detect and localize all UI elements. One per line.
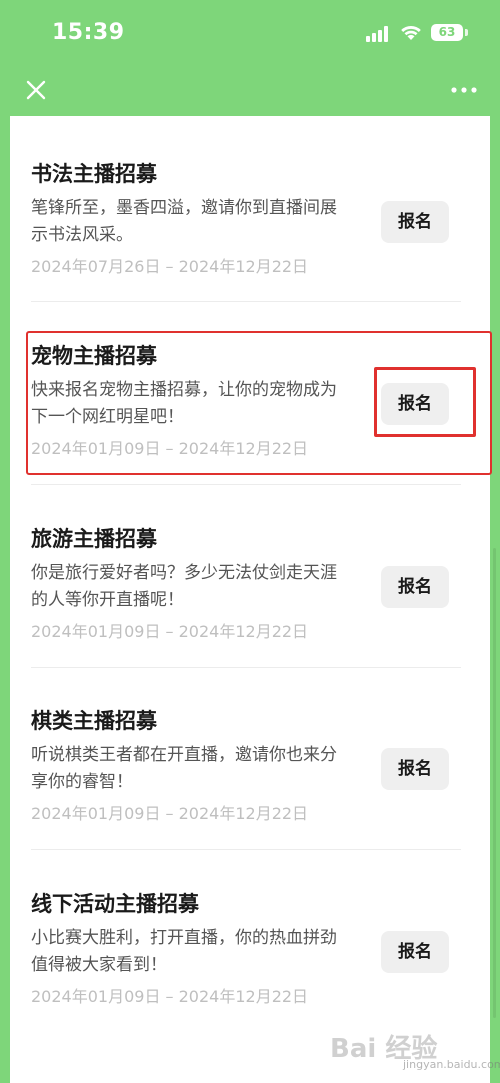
item-description: 你是旅行爱好者吗？多少无法仗剑走天涯的人等你开直播呢！ (31, 563, 337, 610)
item-title: 线下活动主播招募 (31, 892, 199, 916)
more-options-icon[interactable] (446, 76, 482, 104)
battery-tip (465, 29, 468, 36)
item-title: 书法主播招募 (31, 162, 157, 186)
item-description: 小比赛大胜利，打开直播，你的热血拼劲值得被大家看到！ (31, 928, 337, 975)
item-description: 听说棋类王者都在开直播，邀请你也来分享你的睿智！ (31, 745, 337, 792)
item-date-range: 2024年01月09日 – 2024年12月22日 (31, 622, 309, 641)
divider (31, 849, 461, 850)
list-item-offline-event: 线下活动主播招募 小比赛大胜利，打开直播，你的热血拼劲值得被大家看到！ 2024… (31, 888, 461, 1028)
status-time: 15:39 (52, 20, 125, 45)
list-item-chess: 棋类主播招募 听说棋类王者都在开直播，邀请你也来分享你的睿智！ 2024年01月… (31, 705, 461, 845)
cellular-signal-icon (366, 26, 388, 42)
item-date-range: 2024年01月09日 – 2024年12月22日 (31, 804, 309, 823)
signup-button[interactable]: 报名 (381, 201, 449, 243)
battery-icon: 63 (431, 24, 463, 41)
wifi-icon (401, 25, 421, 40)
divider (31, 484, 461, 485)
nav-bar (0, 64, 500, 116)
signup-button[interactable]: 报名 (381, 748, 449, 790)
divider (31, 301, 461, 302)
scrollbar[interactable] (493, 548, 496, 1018)
item-title: 棋类主播招募 (31, 709, 157, 733)
item-title: 旅游主播招募 (31, 527, 157, 551)
divider (31, 667, 461, 668)
status-bar: 15:39 63 (0, 0, 500, 64)
watermark-url: jingyan.baidu.com (403, 1058, 500, 1071)
signup-button[interactable]: 报名 (381, 931, 449, 973)
close-icon[interactable] (22, 76, 50, 104)
item-description: 笔锋所至，墨香四溢，邀请你到直播间展示书法风采。 (31, 198, 337, 245)
list-item-travel: 旅游主播招募 你是旅行爱好者吗？多少无法仗剑走天涯的人等你开直播呢！ 2024年… (31, 523, 461, 663)
item-date-range: 2024年07月26日 – 2024年12月22日 (31, 257, 309, 276)
highlight-annotation-button (374, 367, 476, 437)
signup-button[interactable]: 报名 (381, 566, 449, 608)
list-item-calligraphy: 书法主播招募 笔锋所至，墨香四溢，邀请你到直播间展示书法风采。 2024年07月… (31, 158, 461, 298)
item-date-range: 2024年01月09日 – 2024年12月22日 (31, 987, 309, 1006)
